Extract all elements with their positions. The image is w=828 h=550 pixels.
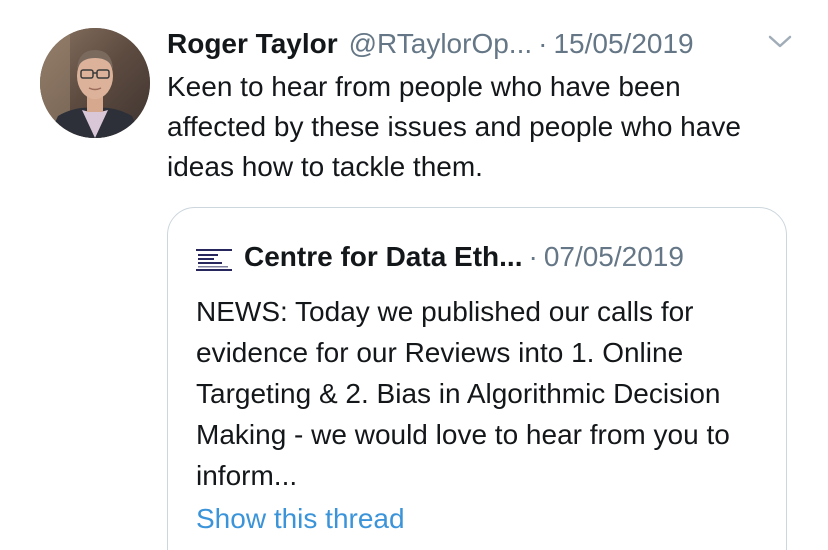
tweet[interactable]: Roger Taylor @RTaylorOp... · 15/05/2019 … — [0, 0, 828, 550]
quoted-tweet-text: NEWS: Today we published our calls for e… — [196, 296, 730, 491]
cdei-logo-icon — [196, 249, 232, 271]
tweet-text: Keen to hear from people who have been a… — [167, 71, 741, 182]
avatar[interactable] — [40, 28, 150, 138]
tweet-header: Roger Taylor @RTaylorOp... · 15/05/2019 — [167, 22, 694, 66]
quoted-tweet[interactable]: Centre for Data Eth... · 07/05/2019 NEWS… — [167, 207, 787, 550]
quoted-tweet-header: Centre for Data Eth... · 07/05/2019 — [196, 236, 684, 278]
author-handle[interactable]: @RTaylorOp... — [349, 28, 533, 60]
separator-dot: · — [538, 28, 548, 59]
quoted-author-name[interactable]: Centre for Data Eth... — [244, 241, 522, 273]
quoted-tweet-date[interactable]: 07/05/2019 — [544, 241, 684, 273]
person-photo-icon — [40, 28, 150, 138]
cdei-logo — [196, 246, 232, 271]
tweet-date[interactable]: 15/05/2019 — [553, 28, 693, 60]
author-name[interactable]: Roger Taylor — [167, 28, 338, 60]
show-thread-link[interactable]: Show this thread — [196, 503, 405, 535]
separator-dot: · — [528, 241, 538, 272]
chevron-down-icon[interactable] — [767, 32, 793, 52]
